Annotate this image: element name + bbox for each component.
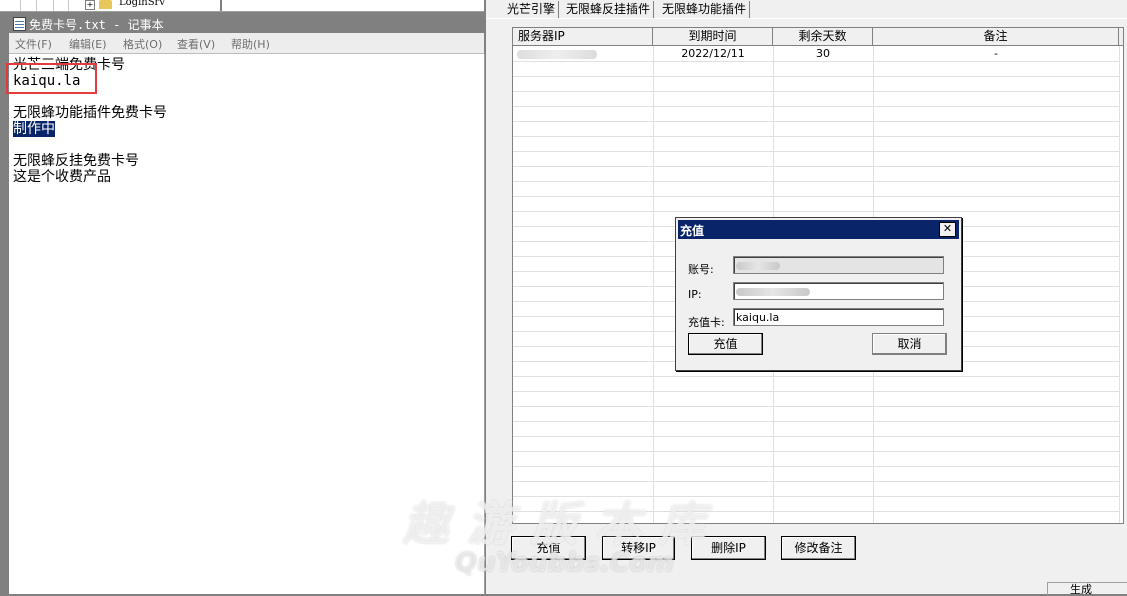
column-days-left[interactable]: 剩余天数 <box>773 28 873 45</box>
grid-row-line <box>513 391 1119 407</box>
cancel-button[interactable]: 取消 <box>872 333 947 355</box>
card-label: 充值卡: <box>688 316 725 329</box>
tab-guangmang[interactable]: 光芒引擎 <box>504 1 560 18</box>
cell-note: - <box>994 47 998 60</box>
menu-view[interactable]: 查看(V) <box>177 36 215 52</box>
ip-label: IP: <box>688 288 702 301</box>
grid-row-line <box>513 76 1119 92</box>
redacted-ip <box>517 50 597 59</box>
text-line: 无限蜂功能插件免费卡号 <box>13 105 167 121</box>
cell-expiry: 2022/12/11 <box>681 47 745 60</box>
highlight-box <box>6 63 97 94</box>
grid-row-line <box>513 61 1119 77</box>
cell-days-left: 30 <box>816 47 830 60</box>
menu-help[interactable]: 帮助(H) <box>231 36 270 52</box>
card-field[interactable]: kaiqu.la <box>733 308 944 326</box>
partial-control[interactable]: 生成 <box>1047 582 1127 595</box>
tab-function-plugin[interactable]: 无限蜂功能插件 <box>659 1 751 18</box>
text-line: 无限蜂反挂免费卡号 <box>13 153 139 169</box>
watermark-cn: 趣游版本库 <box>403 497 723 551</box>
text-line: 这是个收费产品 <box>13 169 111 185</box>
dialog-title: 充值 <box>680 224 705 238</box>
recharge-dialog: 充值 ✕ 账号: IP: 充值卡: kaiqu.la 充值 取消 <box>675 217 962 371</box>
close-icon[interactable]: ✕ <box>939 222 956 237</box>
grid-row-line <box>513 106 1119 122</box>
selected-text: 制作中 <box>13 121 55 137</box>
grid-row-line <box>513 406 1119 422</box>
folder-icon <box>99 0 112 9</box>
menu-file[interactable]: 文件(F) <box>15 36 52 52</box>
dialog-titlebar[interactable]: 充值 ✕ <box>678 220 959 239</box>
grid-row-line <box>513 181 1119 197</box>
menu-edit[interactable]: 编辑(E) <box>69 36 107 52</box>
grid-row-line <box>513 136 1119 152</box>
grid-row-line <box>513 166 1119 182</box>
notepad-menubar: 文件(F) 编辑(E) 格式(O) 查看(V) 帮助(H) <box>9 33 484 54</box>
column-note[interactable]: 备注 <box>873 28 1119 45</box>
tab-anti-hang[interactable]: 无限蜂反挂插件 <box>563 1 655 18</box>
tree-expand-icon[interactable]: + <box>85 0 95 10</box>
grid-row-line <box>513 376 1119 392</box>
watermark-en: QuYoubbs.Com <box>455 548 675 578</box>
notepad-icon <box>13 17 26 31</box>
ip-field[interactable] <box>733 282 944 300</box>
grid-row-line <box>513 436 1119 452</box>
tree-node-label[interactable]: LoginSrv <box>119 0 165 8</box>
menu-format[interactable]: 格式(O) <box>123 36 162 52</box>
grid-row-line <box>513 151 1119 167</box>
tree-view-strip: + LoginSrv <box>0 0 484 12</box>
grid-row-line <box>513 451 1119 467</box>
confirm-recharge-button[interactable]: 充值 <box>688 333 763 355</box>
grid-row-line <box>513 121 1119 137</box>
grid-row-line <box>513 196 1119 212</box>
grid-header: 服务器IP 到期时间 剩余天数 备注 <box>513 28 1123 46</box>
notepad-title: 免费卡号.txt - 记事本 <box>29 18 164 32</box>
grid-row-line <box>513 421 1119 437</box>
account-field <box>733 256 944 274</box>
notepad-titlebar[interactable]: 免费卡号.txt - 记事本 <box>9 14 484 33</box>
edit-note-button[interactable]: 修改备注 <box>781 536 856 560</box>
account-label: 账号: <box>688 263 714 276</box>
grid-row-line <box>513 466 1119 482</box>
grid-row-line <box>513 91 1119 107</box>
column-server-ip[interactable]: 服务器IP <box>513 28 653 45</box>
table-row[interactable]: 2022/12/11 30 - <box>513 46 1119 61</box>
column-expiry[interactable]: 到期时间 <box>653 28 773 45</box>
